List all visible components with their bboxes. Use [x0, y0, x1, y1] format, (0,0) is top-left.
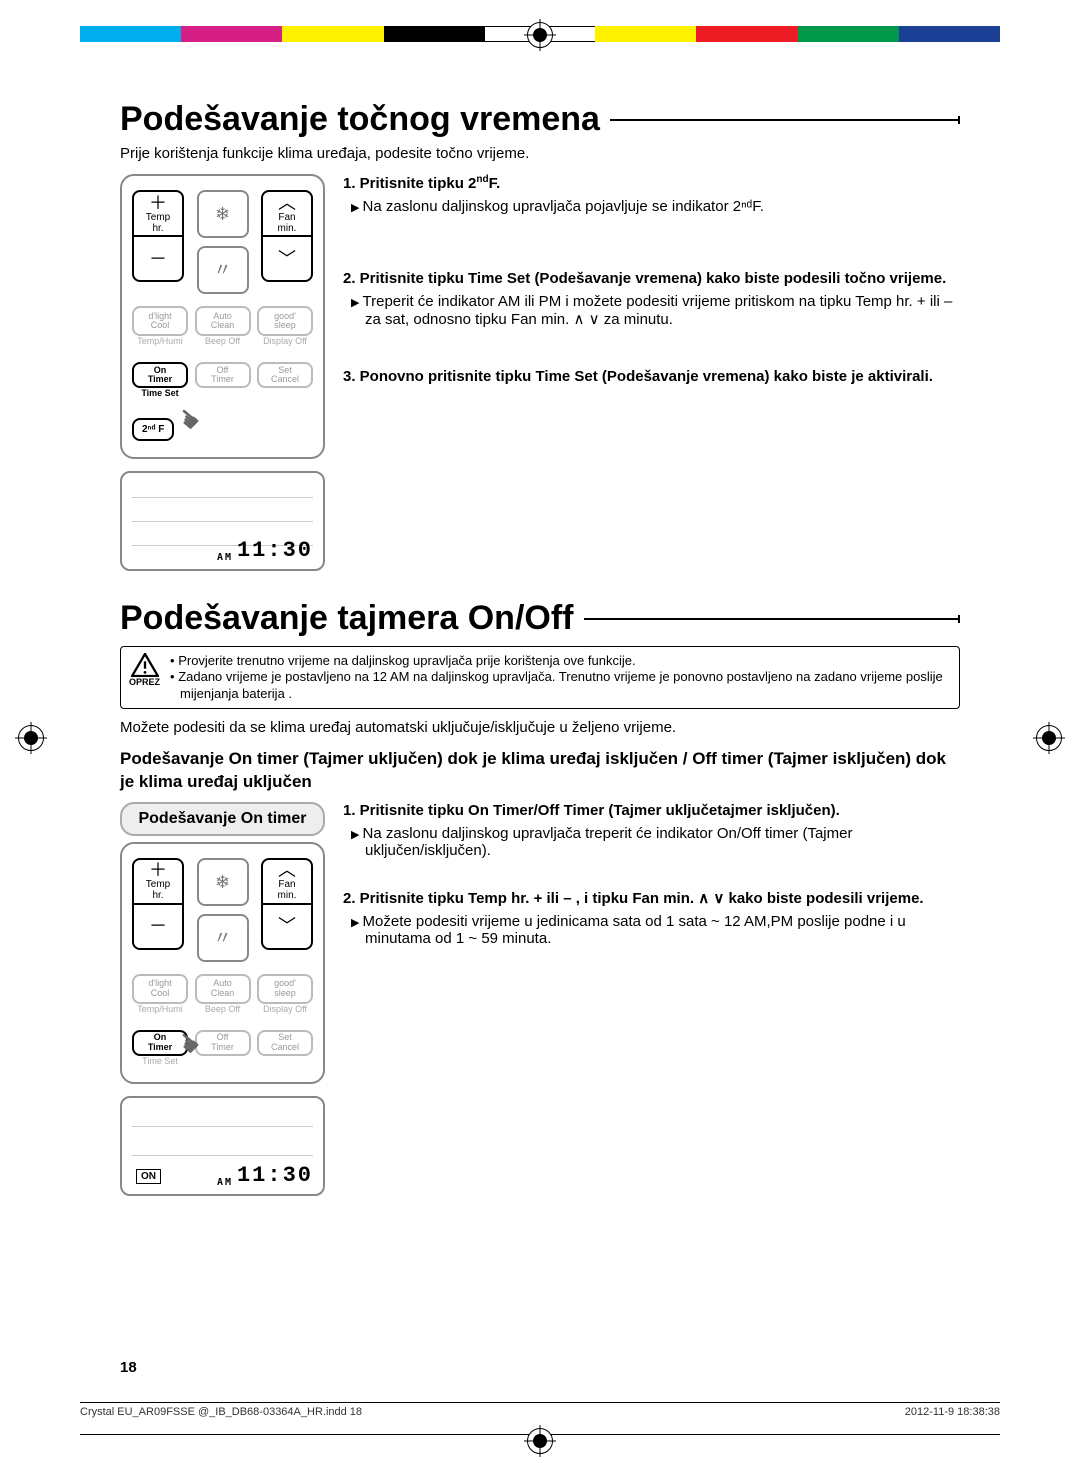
- lcd-display-2: ON AM 11:30: [120, 1096, 325, 1196]
- good-sleep-button: good'sleep: [257, 974, 313, 1004]
- pointing-hand-icon: ☚: [169, 400, 207, 439]
- lcd-am-label: AM: [217, 1177, 233, 1188]
- 2ndf-button: 2ⁿᵈ F: [132, 418, 174, 441]
- registration-mark-right: [1036, 725, 1062, 751]
- temp-minus-button: －: [132, 904, 184, 950]
- temp-plus-button: ＋ Temphr.: [132, 190, 184, 236]
- chevron-down-icon: ﹀: [278, 917, 296, 935]
- remote-illustration-1: ＋ Temphr. － ❄ 〃 ︿ Fanmin. ﹀: [120, 174, 325, 459]
- auto-clean-button: AutoClean: [195, 306, 251, 336]
- mode-button: ❄: [197, 858, 249, 906]
- lcd-am-label: AM: [217, 552, 233, 563]
- time-set-label: Time Set: [132, 388, 188, 398]
- registration-mark-left: [18, 725, 44, 751]
- fan-mode-icon: ❄: [215, 205, 230, 223]
- steps-timer: 1. Pritisnite tipku On Timer/Off Timer (…: [343, 802, 960, 947]
- fan-down-button: ﹀: [261, 236, 313, 282]
- fan-up-button: ︿ Fanmin.: [261, 190, 313, 236]
- temp-minus-button: －: [132, 236, 184, 282]
- caution-item: Provjerite trenutno vrijeme na daljinsko…: [170, 653, 949, 669]
- set-cancel-button: SetCancel: [257, 1030, 313, 1056]
- auto-clean-button: AutoClean: [195, 974, 251, 1004]
- sub-heading-timer: Podešavanje On timer (Tajmer uključen) d…: [120, 748, 960, 794]
- dlight-cool-button: d'lightCool: [132, 974, 188, 1004]
- dlight-cool-button: d'lightCool: [132, 306, 188, 336]
- caution-item: Zadano vrijeme je postavljeno na 12 AM n…: [170, 669, 949, 702]
- registration-mark-top: [527, 22, 553, 48]
- fan-up-button: ︿Fanmin.: [261, 858, 313, 904]
- swing-button: 〃: [197, 246, 249, 294]
- set-cancel-button: SetCancel: [257, 362, 313, 388]
- off-timer-button: OffTimer: [195, 362, 251, 388]
- lcd-on-badge: ON: [136, 1169, 161, 1184]
- swing-icon: 〃: [214, 929, 232, 947]
- caution-box: OPREZ Provjerite trenutno vrijeme na dal…: [120, 646, 960, 709]
- footer-metadata: Crystal EU_AR09FSSE @_IB_DB68-03364A_HR.…: [80, 1402, 1000, 1418]
- chevron-up-icon: ︿: [278, 861, 296, 879]
- swing-icon: 〃: [214, 261, 232, 279]
- warning-icon: [131, 653, 159, 677]
- good-sleep-button: good'sleep: [257, 306, 313, 336]
- caution-label: OPREZ: [129, 677, 160, 687]
- heading-set-time: Podešavanje točnog vremena: [120, 100, 960, 139]
- temp-plus-button: ＋ Temphr.: [132, 858, 184, 904]
- page-number: 18: [120, 1359, 137, 1376]
- lcd-display-1: AM 11:30: [120, 471, 325, 571]
- intro-timer: Možete podesiti da se klima uređaj autom…: [120, 719, 960, 736]
- on-timer-button: OnTimer: [132, 362, 188, 388]
- remote-illustration-2: ＋ Temphr. － ❄ 〃 ︿Fanmin. ﹀: [120, 842, 325, 1084]
- lcd-time-value: 11:30: [237, 538, 313, 563]
- fan-down-button: ﹀: [261, 904, 313, 950]
- panel-on-timer-label: Podešavanje On timer: [120, 802, 325, 836]
- registration-mark-bottom: [527, 1428, 553, 1454]
- swing-button: 〃: [197, 914, 249, 962]
- mode-button: ❄: [197, 190, 249, 238]
- steps-set-time: 1. Pritisnite tipku 2ndF. Na zaslonu dal…: [343, 174, 960, 385]
- footer-timestamp: 2012-11-9 18:38:38: [905, 1406, 1000, 1418]
- lcd-time-value: 11:30: [237, 1163, 313, 1188]
- chevron-up-icon: ︿: [278, 194, 296, 212]
- fan-mode-icon: ❄: [215, 873, 230, 891]
- intro-set-time: Prije korištenja funkcije klima uređaja,…: [120, 145, 960, 162]
- chevron-down-icon: ﹀: [278, 250, 296, 268]
- heading-timer-onoff: Podešavanje tajmera On/Off: [120, 599, 960, 638]
- footer-filename: Crystal EU_AR09FSSE @_IB_DB68-03364A_HR.…: [80, 1406, 362, 1418]
